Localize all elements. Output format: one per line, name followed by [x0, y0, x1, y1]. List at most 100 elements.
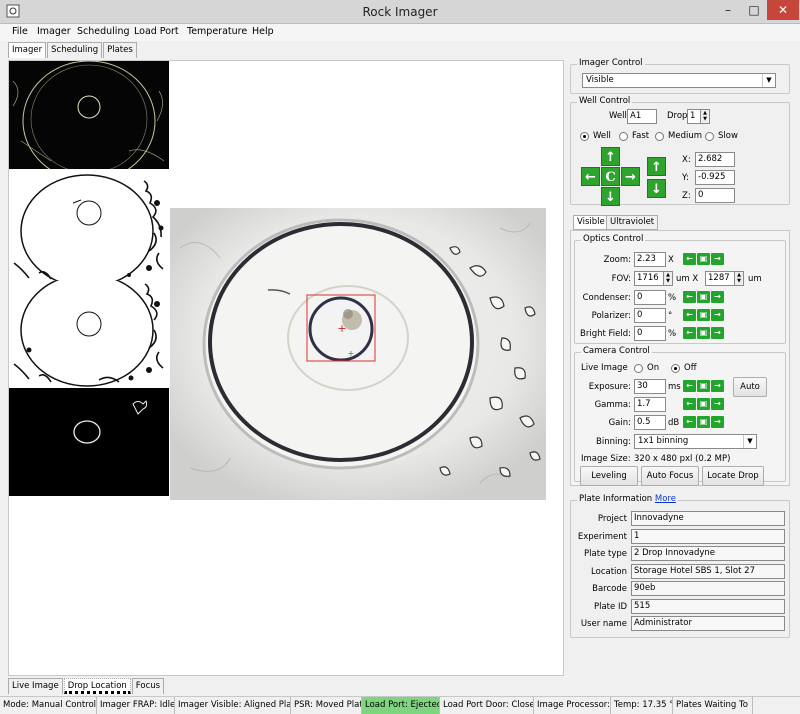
status-item: Temp: 17.35 °C — [611, 697, 673, 714]
binning-label: Binning: — [596, 437, 631, 447]
more-link[interactable]: More — [655, 494, 676, 504]
decrease-icon[interactable]: ← — [683, 416, 696, 428]
reset-icon[interactable]: ▣ — [697, 291, 710, 303]
y-input[interactable]: -0.925 — [695, 170, 735, 185]
reset-icon[interactable]: ▣ — [697, 416, 710, 428]
move-left-icon[interactable]: ← — [581, 167, 600, 186]
locate-drop-button[interactable]: Locate Drop — [702, 466, 764, 486]
z-up-icon[interactable]: ↑ — [647, 157, 666, 176]
contour-thumbnail-1[interactable] — [9, 173, 169, 281]
z-input[interactable]: 0 — [695, 188, 735, 203]
gain-label: Gain: — [608, 418, 631, 428]
center-button[interactable]: C — [601, 167, 620, 186]
fov-width-spinner[interactable]: ▲ ▼ — [663, 271, 673, 286]
leveling-button[interactable]: Leveling — [580, 466, 638, 486]
increase-icon[interactable]: → — [711, 416, 724, 428]
move-right-icon[interactable]: → — [621, 167, 640, 186]
maximize-button[interactable]: □ — [741, 0, 767, 20]
speed-radio-well[interactable] — [580, 132, 589, 141]
reset-icon[interactable]: ▣ — [697, 253, 710, 265]
plate-info-label: Plate ID — [593, 601, 627, 612]
z-down-icon[interactable]: ↓ — [647, 179, 666, 198]
tab-plates[interactable]: Plates — [103, 42, 137, 58]
bright-field-input[interactable]: 0 — [634, 326, 666, 341]
menu-load-port[interactable]: Load Port — [134, 26, 179, 37]
polarizer-input[interactable]: 0 — [634, 308, 666, 323]
increase-icon[interactable]: → — [711, 253, 724, 265]
close-button[interactable]: ✕ — [767, 0, 799, 20]
zoom-input[interactable]: 2.23 — [634, 252, 666, 267]
increase-icon[interactable]: → — [711, 398, 724, 410]
tab-ultraviolet[interactable]: Ultraviolet — [606, 215, 659, 230]
status-item: Plates Waiting To — [673, 697, 753, 714]
reset-icon[interactable]: ▣ — [697, 327, 710, 339]
live-image-label: Live Image — [581, 363, 628, 373]
tab-visible[interactable]: Visible — [573, 215, 609, 230]
decrease-icon[interactable]: ← — [683, 309, 696, 321]
plate-info-label: Barcode — [592, 584, 627, 594]
bright-field-label: Bright Field: — [580, 329, 631, 339]
speed-radio-fast[interactable] — [619, 132, 628, 141]
tab-imager[interactable]: Imager — [8, 42, 47, 58]
decrease-icon[interactable]: ← — [683, 398, 696, 410]
move-down-icon[interactable]: ↓ — [601, 187, 620, 206]
increase-icon[interactable]: → — [711, 291, 724, 303]
binning-select[interactable]: 1x1 binning ▼ — [634, 434, 757, 449]
increase-icon[interactable]: → — [711, 309, 724, 321]
image-pane: + + Live Image Drop Location Focus — [8, 60, 564, 694]
tab-live-image[interactable]: Live Image — [8, 678, 63, 694]
reset-icon[interactable]: ▣ — [697, 398, 710, 410]
imager-mode-select[interactable]: Visible ▼ — [582, 73, 776, 88]
plate-info-value: Innovadyne — [631, 511, 785, 526]
plate-info-value: 2 Drop Innovadyne — [631, 546, 785, 561]
exposure-input[interactable]: 30 — [634, 379, 666, 394]
status-item: Load Port: Ejected — [362, 697, 440, 714]
decrease-icon[interactable]: ← — [683, 327, 696, 339]
drop-spinner[interactable]: ▲ ▼ — [700, 109, 710, 124]
speed-radio-slow[interactable] — [705, 132, 714, 141]
tab-scheduling[interactable]: Scheduling — [47, 42, 103, 58]
decrease-icon[interactable]: ← — [683, 291, 696, 303]
tab-drop-location[interactable]: Drop Location — [63, 678, 131, 694]
gamma-input[interactable]: 1.7 — [634, 397, 666, 412]
menu-help[interactable]: Help — [252, 26, 274, 37]
speed-radio-medium[interactable] — [655, 132, 664, 141]
menu-temperature[interactable]: Temperature — [187, 26, 247, 37]
x-input[interactable]: 2.682 — [695, 152, 735, 167]
fov-height-spinner[interactable]: ▲ ▼ — [734, 271, 744, 286]
condenser-input[interactable]: 0 — [634, 290, 666, 305]
auto-exposure-button[interactable]: Auto — [733, 377, 767, 397]
bright-field-arrows: ← ▣ → — [683, 327, 724, 339]
well-input[interactable]: A1 — [627, 109, 657, 124]
drop-input[interactable]: 1 — [687, 109, 701, 124]
tab-focus[interactable]: Focus — [131, 678, 165, 694]
live-off-label: Off — [684, 363, 697, 373]
status-item: PSR: Moved Plate — [291, 697, 362, 714]
minimize-button[interactable]: – — [715, 0, 741, 20]
speed-label-slow: Slow — [718, 131, 738, 141]
live-off-radio[interactable] — [671, 364, 680, 373]
edge-detection-thumbnail[interactable] — [9, 61, 169, 169]
image-size-value: 320 x 480 pxl (0.2 MP) — [634, 454, 731, 464]
drop-image[interactable]: + + — [170, 208, 546, 500]
fov-height-input[interactable]: 1287 — [705, 271, 735, 286]
plate-info-value: 1 — [631, 528, 785, 544]
plate-info-legend: Plate Information — [579, 494, 653, 504]
fov-width-input[interactable]: 1716 — [634, 271, 664, 286]
menu-imager[interactable]: Imager — [37, 26, 71, 37]
drop-mask-thumbnail[interactable] — [9, 388, 169, 496]
decrease-icon[interactable]: ← — [683, 380, 696, 392]
gain-input[interactable]: 0.5 — [634, 415, 666, 430]
auto-focus-button[interactable]: Auto Focus — [641, 466, 699, 486]
menu-file[interactable]: File — [12, 26, 28, 37]
menu-scheduling[interactable]: Scheduling — [77, 26, 130, 37]
live-on-radio[interactable] — [634, 364, 643, 373]
reset-icon[interactable]: ▣ — [697, 309, 710, 321]
increase-icon[interactable]: → — [711, 327, 724, 339]
image-view-tabs: Live Image Drop Location Focus — [8, 678, 165, 694]
decrease-icon[interactable]: ← — [683, 253, 696, 265]
reset-icon[interactable]: ▣ — [697, 380, 710, 392]
contour-thumbnail-2[interactable] — [9, 280, 169, 388]
increase-icon[interactable]: → — [711, 380, 724, 392]
move-up-icon[interactable]: ↑ — [601, 147, 620, 166]
